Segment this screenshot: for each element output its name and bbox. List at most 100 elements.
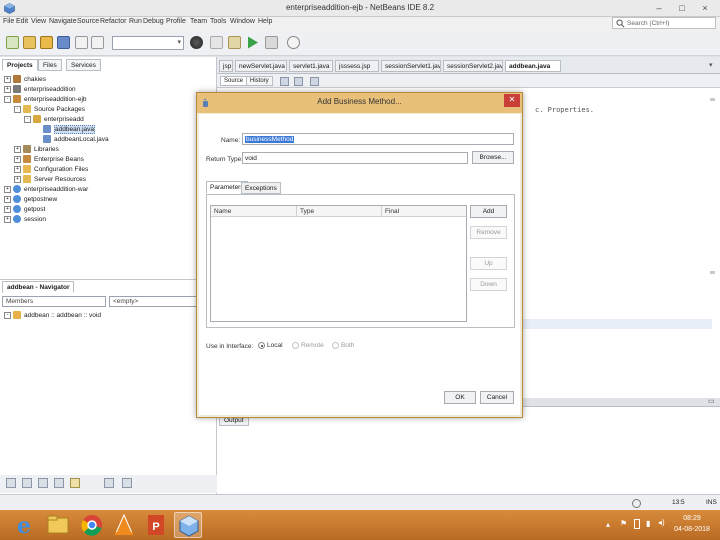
tree-item[interactable]: + chakies [4,75,214,85]
search-input[interactable]: Search (Ctrl+I) [612,17,716,29]
volume-icon[interactable]: ◂) [658,518,665,527]
new-project-icon[interactable] [23,36,36,49]
cancel-button[interactable]: Cancel [480,391,514,404]
filter-inherited-icon[interactable] [54,478,64,488]
expand-icon[interactable]: + [4,205,11,213]
powerpoint-icon[interactable]: P [142,512,170,538]
clean-build-icon[interactable] [210,36,223,49]
filter-nonpublic-icon[interactable] [38,478,48,488]
expand-icon[interactable]: + [14,175,21,183]
tree-item[interactable]: - enterpriseadd [4,115,214,125]
tab-projects[interactable]: Projects [2,59,38,71]
profile-clock-icon[interactable] [287,36,300,49]
menu-navigate[interactable]: Navigate [49,18,77,25]
editor-tab[interactable]: servlet1.java [289,60,333,72]
new-file-icon[interactable] [6,36,19,49]
tree-item[interactable]: - enterpriseaddition-ejb [4,95,214,105]
collapse-icon[interactable]: - [4,95,11,103]
undo-icon[interactable] [75,36,88,49]
radio-remote-indicator[interactable] [292,342,299,349]
tree-item[interactable]: + getpostnew [4,195,214,205]
expand-icon[interactable]: + [14,165,21,173]
browse-button[interactable]: Browse... [472,151,514,164]
editor-tab[interactable]: sessionServlet1.java [381,60,441,72]
tab-source[interactable]: Source [220,76,248,86]
menu-source[interactable]: Source [77,18,99,25]
menu-team[interactable]: Team [190,18,207,25]
editor-tab[interactable]: jsp [219,60,233,72]
up-button[interactable]: Up [470,257,507,270]
members-combo[interactable]: Members [2,296,106,307]
flag-icon[interactable]: ⚑ [620,519,627,528]
menu-help[interactable]: Help [258,18,272,25]
radio-local-indicator[interactable] [258,342,265,349]
tab-history[interactable]: History [246,76,273,86]
expand-icon[interactable]: + [4,215,11,223]
expand-icon[interactable]: + [14,145,21,153]
expand-icon[interactable]: + [4,185,11,193]
notifications-icon[interactable] [632,499,641,508]
editor-scroll-markers[interactable] [710,96,716,396]
tree-item[interactable]: + enterpriseaddition [4,85,214,95]
run-project-icon[interactable] [247,36,259,51]
down-button[interactable]: Down [470,278,507,291]
radio-both-indicator[interactable] [332,342,339,349]
clock-time[interactable]: 08:29 [672,515,712,522]
configuration-combo[interactable]: ▾ [112,36,184,50]
collapse-icon[interactable]: - [4,311,11,319]
menu-window[interactable]: Window [230,18,255,25]
column-final[interactable]: Final [385,208,399,215]
expand-icon[interactable]: + [4,75,11,83]
tray-chevron-icon[interactable]: ▴ [606,520,610,529]
minimize-button[interactable]: – [652,2,666,14]
filter-fields-icon[interactable] [6,478,16,488]
editor-tab[interactable]: jsssess.jsp [335,60,379,72]
back-icon[interactable] [280,77,289,86]
close-window-button[interactable]: × [698,2,712,14]
ok-button[interactable]: OK [444,391,476,404]
menu-run[interactable]: Run [129,18,142,25]
remove-button[interactable]: Remove [470,226,507,239]
menu-file[interactable]: File [3,18,14,25]
open-project-icon[interactable] [40,36,53,49]
file-explorer-icon[interactable] [44,512,72,538]
tree-item[interactable]: addbeanLocal.java [4,135,214,145]
radio-both[interactable]: Both [332,342,354,349]
radio-local[interactable]: Local [258,342,283,349]
expand-icon[interactable]: + [4,195,11,203]
globe-icon[interactable] [190,36,203,49]
save-all-icon[interactable] [57,36,70,49]
network-icon[interactable]: ▮ [646,519,650,528]
menu-refactor[interactable]: Refactor [100,18,126,25]
collapse-icon[interactable]: - [24,115,31,123]
battery-icon[interactable] [634,519,640,529]
chrome-icon[interactable] [78,512,106,538]
collapse-icon[interactable]: - [14,105,21,113]
tree-item[interactable]: + Libraries [4,145,214,155]
column-name[interactable]: Name [214,208,231,215]
tree-item[interactable]: + session [4,215,214,225]
netbeans-taskbar-icon[interactable] [174,512,202,538]
expand-icon[interactable]: + [14,155,21,163]
filter-static-icon[interactable] [22,478,32,488]
navigator-item[interactable]: - addbean :: addbean :: void [4,311,101,321]
menu-profile[interactable]: Profile [166,18,186,25]
method-name-input[interactable]: businessMethod [242,133,514,145]
editor-tab[interactable]: addbean.java [505,60,561,72]
tree-item[interactable]: + getpost [4,205,214,215]
tree-item[interactable]: + enterpriseaddition-war [4,185,214,195]
debug-project-icon[interactable] [265,36,278,49]
forward-icon[interactable] [294,77,303,86]
parameters-table[interactable] [210,205,467,322]
tab-navigator[interactable]: addbean - Navigator [2,281,75,293]
column-type[interactable]: Type [300,208,314,215]
editor-tab[interactable]: newServlet.java [235,60,287,72]
tab-services[interactable]: Services [66,59,101,71]
tree-item[interactable]: + Server Resources [4,175,214,185]
clock-date[interactable]: 04-08-2018 [672,526,712,533]
add-button[interactable]: Add [470,205,507,218]
expand-icon[interactable]: + [4,85,11,93]
menu-view[interactable]: View [31,18,46,25]
menu-edit[interactable]: Edit [16,18,28,25]
tree-item[interactable]: + Enterprise Beans [4,155,214,165]
